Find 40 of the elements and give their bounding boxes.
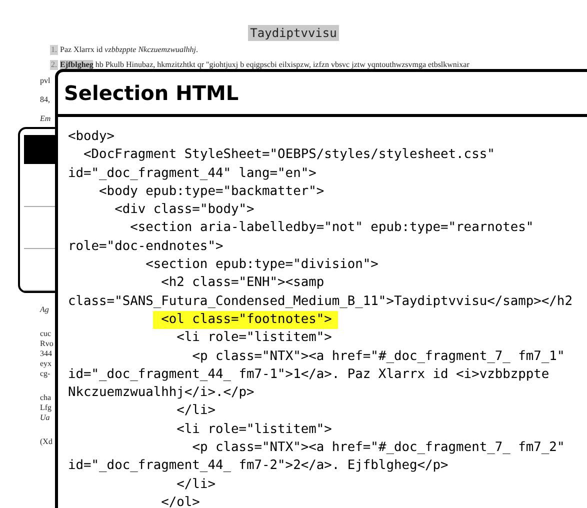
- text-fragment: Em: [40, 114, 51, 124]
- code-line: id="_doc_fragment_44_ fm7-2">2</a>. Ejfblgheg</p>: [68, 457, 448, 476]
- code-line: id="_doc_fragment_44" lang="en">: [68, 164, 316, 183]
- text-fragment: Ag: [40, 305, 49, 315]
- code-line: <section aria-labelledby="not" epub:type="rearnotes": [130, 219, 534, 238]
- code-line: <DocFragment StyleSheet="OEBPS/styles/stylesheet.css": [84, 146, 495, 164]
- code-line: <div class="body">: [114, 201, 254, 220]
- code-line: class="SANS_Futura_Condensed_Medium_B_11">Taydiptvvisu</samp></h2: [68, 292, 572, 311]
- selected-word: Ejfblgheg: [60, 60, 94, 70]
- code-line: <p class="NTX"><a href="#_doc_fragment_7_ fm7_1": [192, 348, 565, 366]
- code-line: </li>: [176, 402, 216, 420]
- text-fragment: Ua: [40, 413, 50, 423]
- text-fragment: cg-: [40, 369, 50, 379]
- text-fragment: cuc: [40, 329, 52, 339]
- code-line: <li role="listitem">: [176, 329, 332, 348]
- footnote-number: 1.: [50, 45, 58, 55]
- code-line: role="doc-endnotes">: [68, 238, 224, 256]
- code-line: <li role="listitem">: [176, 420, 332, 439]
- code-line: <body>: [68, 128, 115, 146]
- footnote-number: 2.: [50, 60, 58, 70]
- code-line: <h2 class="ENH"><samp: [161, 274, 324, 292]
- text-fragment: (Xd: [40, 437, 52, 447]
- text-fragment: Rvo: [40, 339, 54, 349]
- text-fragment: Lfg: [40, 403, 52, 413]
- code-line: id="_doc_fragment_44_ fm7-1">1</a>. Paz Xlarrx id <i>vzbbzppte: [68, 366, 550, 384]
- code-line: Nkczuemzwualhhj</i>.</p>: [68, 384, 254, 402]
- code-line: </li>: [176, 476, 216, 494]
- footnote-text: hb Pkulb Hinubaz, hkmzitzhtkt qr "giohtjuxj b eqigpscbi eilxispzw, izfzn vbsvc jztw yqntouthwzsvmga etbslkwnixar: [95, 60, 470, 70]
- text-fragment: cha: [40, 393, 52, 403]
- code-line: <body epub:type="backmatter">: [99, 182, 324, 201]
- text-fragment: eyx: [40, 359, 52, 369]
- text-fragment: pvl: [40, 76, 50, 86]
- dialog-title: Selection HTML: [58, 72, 587, 117]
- text-fragment: 344: [40, 349, 52, 359]
- code-line: <p class="NTX"><a href="#_doc_fragment_7_ fm7_2": [192, 439, 565, 458]
- code-line: </ol>: [161, 494, 200, 508]
- code-line: <section epub:type="division">: [146, 256, 378, 274]
- text-fragment: 84,: [40, 95, 50, 105]
- page-heading: Taydiptvvisu: [248, 25, 339, 41]
- footnote-text: Paz Xlarrx id vzbbzppte Nkczuemzwualhhj.: [60, 45, 198, 55]
